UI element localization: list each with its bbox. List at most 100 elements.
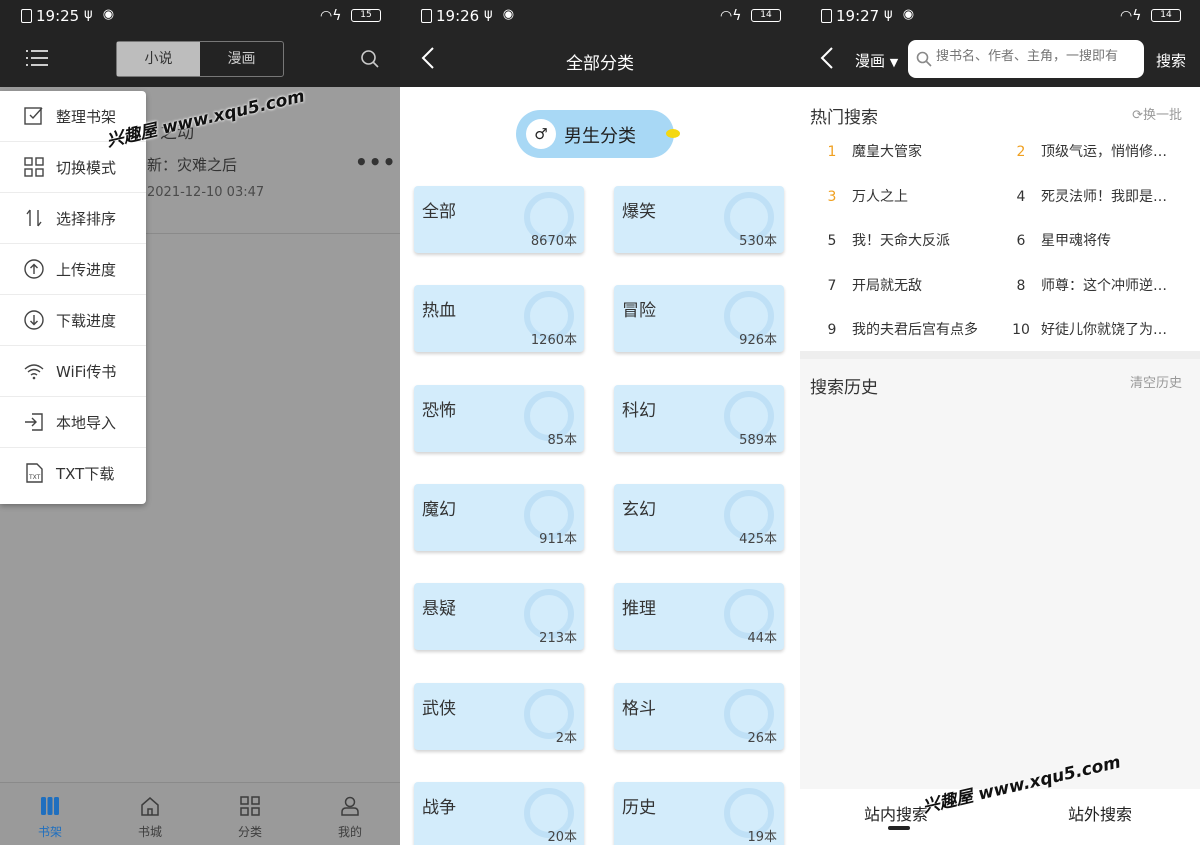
category-name: 热血 (422, 301, 456, 322)
usb-icon: ψ ◉ (84, 7, 118, 22)
male-category-pill[interactable]: ♂ 男生分类 (516, 110, 680, 158)
category-card[interactable]: 武侠 2本 (414, 682, 584, 750)
usb-icon: ψ ◉ (484, 7, 518, 22)
type-dropdown[interactable]: 漫画 ▼ (855, 50, 898, 71)
more-icon[interactable]: ••• (355, 150, 396, 174)
hot-search-title: 热门搜索 (810, 108, 878, 128)
clear-history-button[interactable]: 清空历史 (1130, 372, 1182, 391)
category-name: 爆笑 (622, 202, 656, 222)
hot-search-item[interactable]: 9 我的夫君后宫有点多 (812, 319, 1002, 339)
search-button[interactable]: 搜索 (1156, 50, 1186, 71)
bottom-nav: 书架 书城 分类 我的 (0, 782, 400, 845)
category-count: 20本 (547, 829, 577, 845)
nav-profile[interactable]: 我的 (300, 783, 400, 845)
hot-search-item[interactable]: 1 魔皇大管家 (812, 141, 1002, 161)
hot-search-title-text: 万人之上 (852, 188, 908, 205)
hot-search-item[interactable]: 10 好徒儿你就饶了为… (1001, 319, 1191, 339)
bookshelf-screen: 19:25 ψ ◉ ◠ϟ 15 小说 漫画 之动 新：灾难之后 2021-12-… (0, 0, 400, 845)
nav-bookshelf[interactable]: 书架 (0, 783, 100, 845)
rank-number: 1 (827, 144, 837, 160)
hot-search-item[interactable]: 8 师尊：这个冲师逆… (1001, 275, 1191, 295)
toggle-dot (666, 129, 680, 138)
menu-item-download[interactable]: 下载进度 (0, 295, 146, 346)
rank-number: 4 (1016, 188, 1026, 205)
nav-store[interactable]: 书城 (100, 783, 200, 845)
category-card[interactable]: 悬疑 213本 (414, 583, 584, 651)
hot-search-item[interactable]: 2 顶级气运，悄悄修… (1001, 141, 1191, 161)
menu-item-upload[interactable]: 上传进度 (0, 244, 146, 295)
category-name: 历史 (622, 797, 656, 818)
status-time: 19:26 (436, 7, 480, 25)
hot-search-item[interactable]: 7 开局就无敌 (812, 275, 1002, 295)
history-section: 搜索历史 清空历史 (800, 359, 1200, 789)
search-input[interactable] (936, 49, 1136, 64)
category-name: 推理 (622, 599, 656, 620)
category-card[interactable]: 历史 19本 (614, 781, 784, 845)
tab-external-search[interactable]: 站外搜索 (1068, 801, 1132, 825)
back-arrow-icon[interactable] (820, 46, 834, 70)
category-count: 425本 (739, 531, 777, 547)
sim-icon (821, 9, 832, 23)
txt-file-icon: TXT (26, 463, 43, 483)
category-card[interactable]: 玄幻 425本 (614, 483, 784, 551)
wifi-icon (24, 364, 44, 380)
tab-comic[interactable]: 漫画 (200, 42, 283, 76)
category-count: 2本 (555, 730, 577, 746)
status-time: 19:27 (836, 7, 880, 25)
download-icon (24, 310, 44, 330)
book-update-time: 2021-12-10 03:47 (147, 185, 265, 200)
hot-search-title-text: 死灵法师！我即是… (1041, 188, 1167, 205)
category-card[interactable]: 格斗 26本 (614, 682, 784, 750)
rank-number: 3 (827, 188, 837, 205)
status-bar: 19:27 ψ ◉ ◠ϟ 14 (800, 0, 1200, 33)
hot-search-title-text: 我的夫君后宫有点多 (852, 322, 978, 338)
category-screen: 19:26 ψ ◉ ◠ϟ 14 全部分类 ♂ 男生分类 全部 8670本 爆笑 530… (400, 0, 800, 845)
caret-down-icon: ▼ (889, 56, 899, 69)
rank-number: 10 (1012, 322, 1030, 338)
rank-number: 6 (1016, 233, 1026, 249)
category-card[interactable]: 恐怖 85本 (414, 384, 584, 452)
menu-item-txt[interactable]: TXT TXT下载 (0, 448, 146, 499)
status-bar: 19:25 ψ ◉ ◠ϟ 15 (0, 0, 400, 33)
menu-item-import[interactable]: 本地导入 (0, 397, 146, 448)
bookshelf-icon (41, 797, 59, 815)
refresh-button[interactable]: ⟳换一批 (1132, 104, 1182, 123)
tab-site-search[interactable]: 站内搜索 (864, 801, 928, 825)
edit-check-icon (24, 107, 43, 125)
hot-search-item[interactable]: 6 星甲魂将传 (1001, 230, 1191, 250)
category-count: 8670本 (530, 234, 577, 249)
category-card[interactable]: 全部 8670本 (414, 186, 584, 253)
rank-number: 2 (1016, 144, 1026, 160)
search-box (908, 40, 1144, 78)
category-card[interactable]: 冒险 926本 (614, 285, 784, 353)
menu-item-wifi[interactable]: WiFi传书 (0, 346, 146, 397)
grid-icon (24, 157, 44, 177)
category-card[interactable]: 热血 1260本 (414, 285, 584, 353)
tab-novel[interactable]: 小说 (117, 42, 200, 76)
menu-icon[interactable] (26, 48, 48, 66)
menu-item-sort[interactable]: 选择排序 (0, 193, 146, 244)
category-card[interactable]: 战争 20本 (414, 781, 584, 845)
category-card[interactable]: 爆笑 530本 (614, 186, 784, 253)
wifi-icon: ◠ϟ (320, 8, 342, 24)
wifi-icon: ◠ϟ (1120, 8, 1142, 24)
hot-search-item[interactable]: 5 我！天命大反派 (812, 230, 1002, 250)
menu-item-mode[interactable]: 切换模式 (0, 142, 146, 193)
wifi-icon: ◠ϟ (720, 8, 742, 24)
usb-icon: ψ ◉ (884, 7, 918, 22)
category-name: 全部 (422, 202, 456, 222)
book-latest-chapter: 新：灾难之后 (147, 156, 238, 174)
section-divider (800, 351, 1200, 359)
category-card[interactable]: 魔幻 911本 (414, 483, 584, 551)
category-card[interactable]: 科幻 589本 (614, 384, 784, 452)
nav-category[interactable]: 分类 (200, 783, 300, 845)
page-title: 全部分类 (566, 54, 634, 74)
status-time: 19:25 (36, 7, 80, 25)
hot-search-item[interactable]: 3 万人之上 (812, 186, 1002, 206)
hot-search-item[interactable]: 4 死灵法师！我即是… (1001, 186, 1191, 206)
category-card[interactable]: 推理 44本 (614, 583, 784, 651)
battery-icon: 14 (751, 9, 781, 22)
category-count: 19本 (747, 829, 777, 845)
search-icon[interactable] (360, 49, 380, 69)
sort-icon (26, 209, 42, 227)
